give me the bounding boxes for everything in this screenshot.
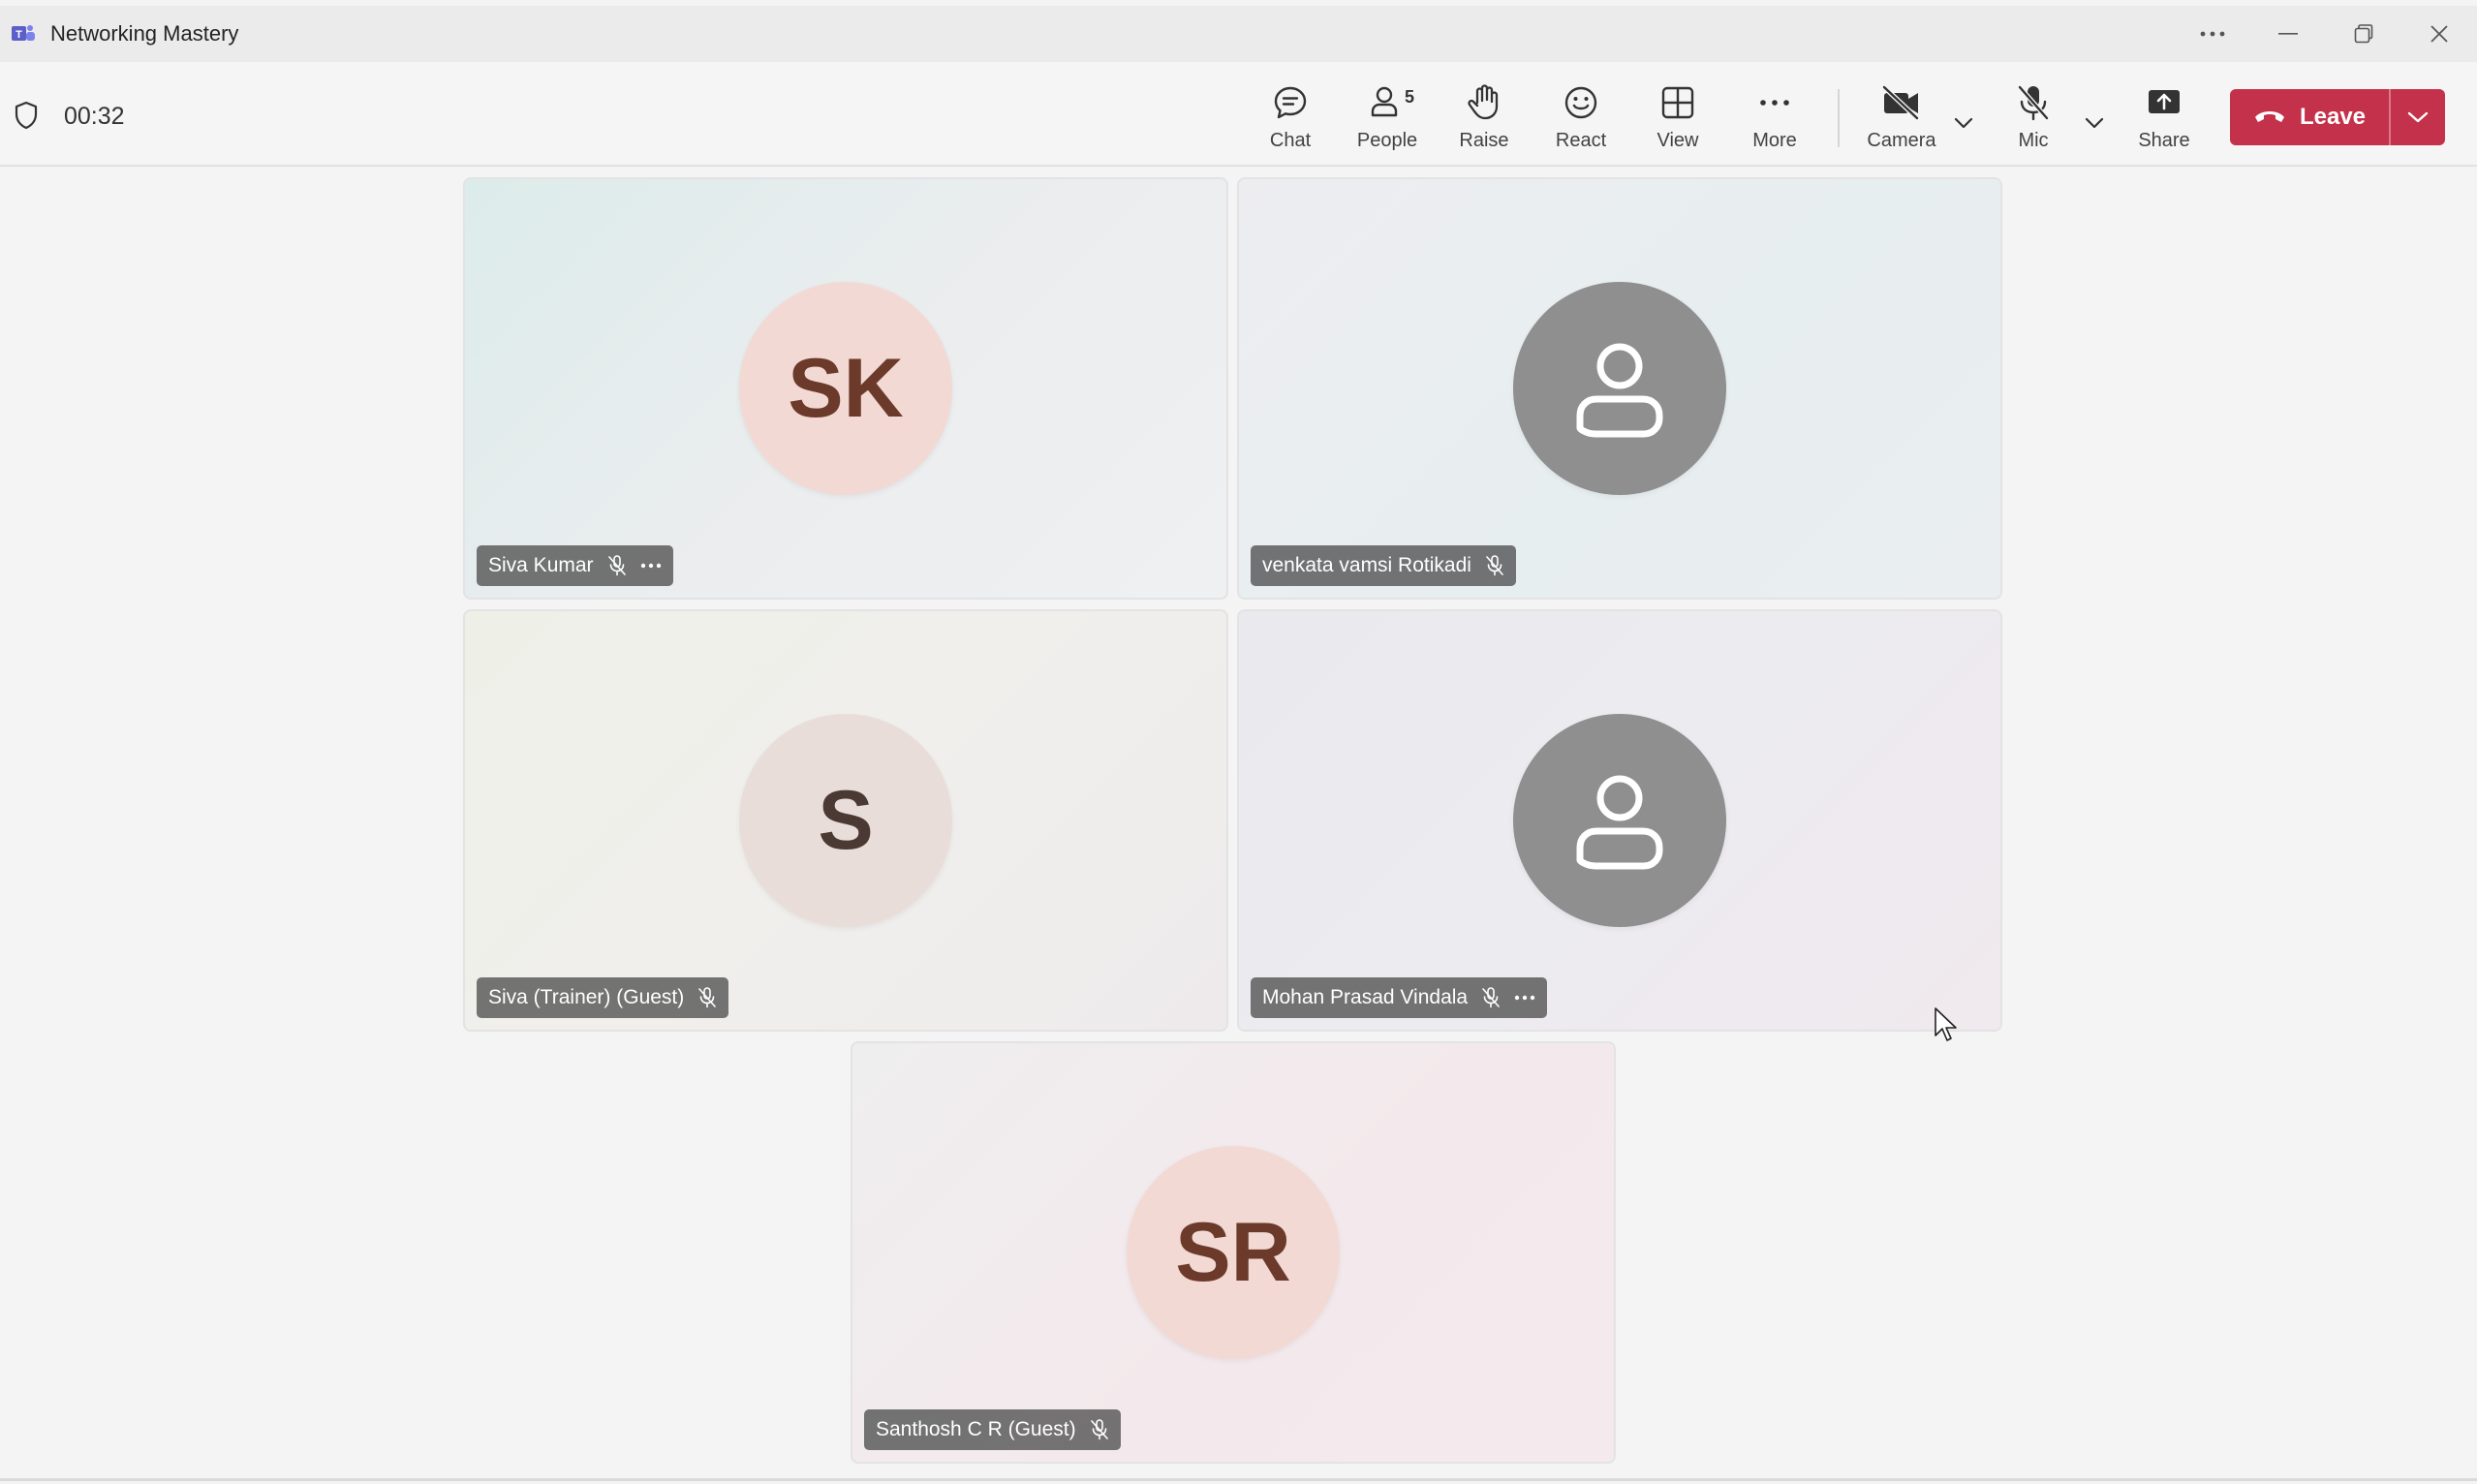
- camera-button[interactable]: Camera: [1853, 79, 1950, 157]
- minimize-icon[interactable]: [2250, 6, 2326, 62]
- more-button[interactable]: More: [1726, 79, 1823, 157]
- react-button[interactable]: React: [1533, 79, 1629, 157]
- participant-name: Siva Kumar: [488, 554, 594, 576]
- people-label: People: [1356, 130, 1418, 151]
- share-button[interactable]: Share: [2116, 79, 2213, 157]
- leave-label: Leave: [2299, 104, 2367, 130]
- person-placeholder-icon: [1513, 714, 1726, 927]
- leave-options-chevron-down-icon[interactable]: [2389, 89, 2445, 145]
- mic-button[interactable]: Mic: [1985, 79, 2082, 157]
- chat-label: Chat: [1269, 130, 1312, 151]
- restore-icon[interactable]: [2326, 6, 2401, 62]
- people-icon: 5: [1368, 79, 1414, 126]
- more-label: More: [1752, 130, 1797, 151]
- bottom-divider: [0, 1478, 2477, 1481]
- raise-label: Raise: [1459, 130, 1509, 151]
- mic-muted-icon: [1090, 1419, 1109, 1440]
- raise-hand-icon: [1465, 79, 1503, 126]
- chat-icon: [1271, 79, 1310, 126]
- chat-button[interactable]: Chat: [1242, 79, 1339, 157]
- svg-text:T: T: [15, 29, 22, 41]
- ellipsis-icon: [1755, 79, 1794, 126]
- shield-icon[interactable]: [14, 101, 39, 135]
- raise-hand-button[interactable]: Raise: [1436, 79, 1533, 157]
- mic-muted-icon: [1481, 987, 1501, 1008]
- mic-muted-icon: [607, 555, 627, 576]
- avatar: S: [739, 714, 952, 927]
- mic-off-icon: [2014, 79, 2053, 126]
- camera-off-icon: [1880, 79, 1923, 126]
- participant-tile[interactable]: SK Siva Kumar: [463, 177, 1228, 600]
- hang-up-icon: [2253, 104, 2286, 131]
- participant-tile[interactable]: Mohan Prasad Vindala: [1237, 609, 2002, 1032]
- more-options-icon[interactable]: [2175, 6, 2250, 62]
- participant-tile[interactable]: S Siva (Trainer) (Guest): [463, 609, 1228, 1032]
- camera-label: Camera: [1867, 130, 1936, 151]
- toolbar-divider: [1838, 89, 1840, 147]
- grid-view-icon: [1658, 79, 1697, 126]
- view-label: View: [1656, 130, 1699, 151]
- mic-label: Mic: [2018, 130, 2049, 151]
- participant-nameplate: Siva Kumar: [477, 545, 673, 586]
- meeting-toolbar: 00:32 Chat 5 People Raise React View Mor…: [0, 62, 2477, 167]
- view-button[interactable]: View: [1629, 79, 1726, 157]
- mic-options-chevron-down-icon[interactable]: [2080, 108, 2109, 138]
- more-options-icon[interactable]: [1514, 995, 1535, 1001]
- participant-name: Siva (Trainer) (Guest): [488, 986, 685, 1008]
- mic-muted-icon: [1485, 555, 1504, 576]
- mouse-cursor-icon: [1934, 1006, 1959, 1048]
- people-count-badge: 5: [1404, 87, 1414, 107]
- participant-nameplate: Mohan Prasad Vindala: [1251, 977, 1548, 1018]
- title-bar: T Networking Mastery: [0, 6, 2477, 62]
- participant-tile[interactable]: SR Santhosh C R (Guest): [851, 1041, 1616, 1464]
- leave-button[interactable]: Leave: [2230, 89, 2389, 145]
- participant-name: Mohan Prasad Vindala: [1262, 986, 1469, 1008]
- mic-muted-icon: [697, 987, 717, 1008]
- smiley-icon: [1562, 79, 1600, 126]
- share-screen-icon: [2145, 79, 2183, 126]
- camera-options-chevron-down-icon[interactable]: [1949, 108, 1978, 138]
- window-controls: [2175, 6, 2477, 62]
- meeting-timer: 00:32: [64, 103, 125, 130]
- avatar: SR: [1127, 1146, 1340, 1359]
- close-icon[interactable]: [2401, 6, 2477, 62]
- window-title: Networking Mastery: [50, 21, 239, 46]
- participant-name: venkata vamsi Rotikadi: [1262, 554, 1471, 576]
- participant-name: Santhosh C R (Guest): [876, 1418, 1076, 1440]
- participant-nameplate: Santhosh C R (Guest): [864, 1409, 1121, 1450]
- people-button[interactable]: 5 People: [1339, 79, 1436, 157]
- participant-nameplate: Siva (Trainer) (Guest): [477, 977, 729, 1018]
- avatar: SK: [739, 282, 952, 495]
- participant-nameplate: venkata vamsi Rotikadi: [1251, 545, 1516, 586]
- more-options-icon[interactable]: [640, 563, 662, 569]
- share-label: Share: [2138, 130, 2190, 151]
- react-label: React: [1555, 130, 1607, 151]
- person-placeholder-icon: [1513, 282, 1726, 495]
- teams-logo-icon: T: [10, 22, 37, 46]
- leave-button-group: Leave: [2230, 89, 2445, 145]
- participant-tile[interactable]: venkata vamsi Rotikadi: [1237, 177, 2002, 600]
